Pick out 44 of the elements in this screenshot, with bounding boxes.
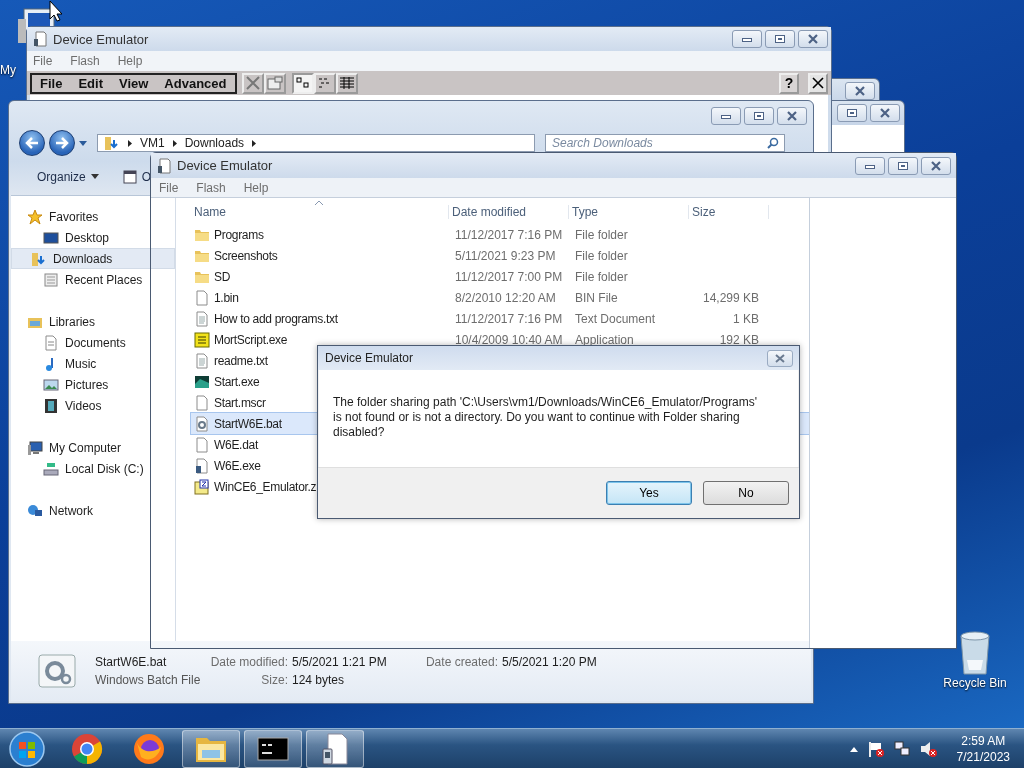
file-name: WinCE6_Emulator.z [214, 479, 317, 494]
clock-time: 2:59 AM [961, 733, 1006, 749]
type-cell-text: BIN File [574, 290, 619, 305]
size-cell-text: 14,299 KB [701, 290, 760, 305]
date-cell-text: 8/2/2010 12:20 AM [454, 290, 557, 305]
date-cell-text: 11/12/2017 7:16 PM [454, 227, 564, 242]
desktop-icon-label: My [0, 63, 16, 77]
date-cell-text: 5/11/2021 9:23 PM [454, 248, 557, 263]
file-name: MortScript.exe [214, 332, 288, 347]
dialog-message: The folder sharing path 'C:\Users\vm1/Downloads/WinCE6_Emulator/Programs' is not found or is not a directory. Do you want to continue with Folder sharing disabled? [333, 395, 759, 440]
clock-date: 7/21/2023 [956, 749, 1010, 765]
file-name: Screenshots [214, 248, 278, 263]
size-cell-text: 192 KB [718, 332, 760, 347]
file-type: Windows Batch File [95, 673, 200, 687]
date-cell-text: 11/12/2017 7:00 PM [454, 269, 564, 284]
file-name: How to add programs.txt [214, 311, 338, 326]
file-name: SD [214, 269, 231, 284]
detail-value: 5/5/2021 1:21 PM [292, 655, 388, 669]
type-cell-text: Application [574, 332, 635, 347]
window-title: Device Emulator [53, 31, 149, 47]
date-cell-text: 11/12/2017 7:16 PM [454, 311, 564, 326]
window-title: Device Emulator [177, 158, 273, 173]
file-name: readme.txt [214, 353, 268, 368]
type-cell-text: File folder [574, 248, 629, 263]
detail-value: 5/5/2021 1:20 PM [502, 655, 597, 669]
desktop-icon-label: Recycle Bin [943, 676, 1007, 690]
file-name: W6E.dat [214, 437, 258, 452]
detail-label: Date created: [424, 655, 499, 669]
detail-value: 124 bytes [292, 673, 346, 687]
file-name: W6E.exe [214, 458, 261, 473]
file-name: StartW6E.bat [95, 655, 168, 669]
detail-label: Size: [260, 673, 289, 687]
size-cell-text: 1 KB [732, 311, 760, 326]
type-cell-text: File folder [574, 227, 629, 242]
detail-label: Date modified: [209, 655, 289, 669]
file-name: Programs [214, 227, 264, 242]
dialog-title: Device Emulator [325, 351, 414, 365]
date-cell-text: 10/4/2009 10:40 AM [454, 332, 564, 347]
type-cell-text: File folder [574, 269, 629, 284]
file-name: Start.mscr [214, 395, 266, 410]
file-name: Start.exe [214, 374, 260, 389]
file-name: 1.bin [214, 290, 239, 305]
file-name: StartW6E.bat [214, 416, 282, 431]
type-cell-text: Text Document [574, 311, 657, 326]
